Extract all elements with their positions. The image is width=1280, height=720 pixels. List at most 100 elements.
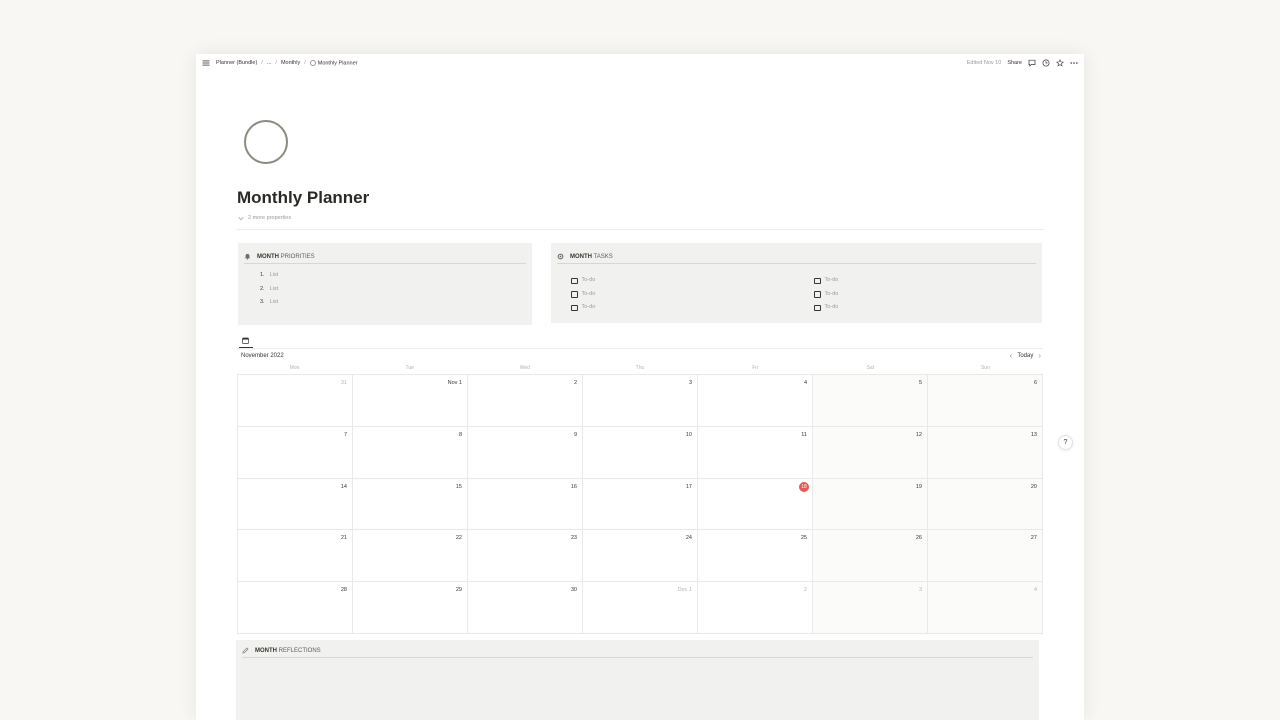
calendar-day-cell[interactable]: Dec 1 bbox=[583, 582, 698, 634]
weekday-label: Mon bbox=[289, 365, 300, 371]
weekday-label: Thu bbox=[635, 365, 645, 371]
breadcrumb-item-current[interactable]: Monthly Planner bbox=[309, 60, 358, 67]
list-item[interactable]: 1. List bbox=[260, 269, 278, 283]
calendar-day-cell[interactable]: 12 bbox=[813, 426, 928, 479]
calendar-day-cell[interactable]: 10 bbox=[583, 426, 698, 479]
calendar-day-cell[interactable]: 24 bbox=[583, 530, 698, 583]
breadcrumb-item-ellipsis[interactable]: ... bbox=[267, 60, 272, 66]
day-number: 4 bbox=[803, 380, 807, 386]
calendar-day-cell[interactable]: 2 bbox=[468, 375, 583, 427]
weekday-label: Sun bbox=[980, 365, 990, 371]
todo-text[interactable]: To-do bbox=[582, 274, 596, 288]
calendar-day-cell[interactable]: 3 bbox=[813, 582, 928, 634]
todo-checkbox[interactable] bbox=[571, 291, 578, 298]
todo-checkbox[interactable] bbox=[814, 304, 821, 311]
breadcrumb-separator: / bbox=[275, 60, 277, 67]
calendar-day-cell[interactable]: 19 bbox=[813, 478, 928, 531]
page-icon[interactable] bbox=[244, 120, 288, 164]
calendar-day-cell[interactable]: Nov 1 bbox=[353, 375, 468, 427]
calendar-day-cell[interactable]: 4 bbox=[698, 375, 813, 427]
page-title[interactable]: Monthly Planner bbox=[237, 188, 369, 208]
properties-toggle[interactable]: 2 more properties bbox=[238, 215, 291, 221]
calendar-day-cell[interactable]: 13 bbox=[928, 426, 1043, 479]
calendar-day-cell[interactable]: 25 bbox=[698, 530, 813, 583]
breadcrumb-item-monthly[interactable]: Monthly bbox=[281, 60, 300, 66]
calendar-day-cell[interactable]: 2 bbox=[698, 582, 813, 634]
todo-checkbox[interactable] bbox=[571, 304, 578, 311]
menu-icon[interactable] bbox=[202, 59, 210, 67]
day-number: 20 bbox=[1030, 483, 1037, 490]
day-number: 30 bbox=[570, 587, 577, 594]
calendar-day-cell[interactable]: 5 bbox=[813, 375, 928, 427]
day-number: 27 bbox=[1030, 535, 1037, 542]
calendar-day-cell[interactable]: 30 bbox=[468, 582, 583, 634]
top-actions: Edited Nov 10 Share bbox=[967, 59, 1078, 67]
day-number: 25 bbox=[800, 535, 807, 542]
todo-text[interactable]: To-do bbox=[825, 288, 839, 302]
todo-text[interactable]: To-do bbox=[825, 274, 839, 288]
calendar-day-cell[interactable]: 18 bbox=[698, 478, 813, 531]
breadcrumb-separator: / bbox=[304, 60, 306, 67]
calendar-day-cell[interactable]: 9 bbox=[468, 426, 583, 479]
callout-title-rest: REFLECTIONS bbox=[278, 647, 321, 654]
clock-icon[interactable] bbox=[1042, 59, 1050, 67]
day-number: 10 bbox=[685, 431, 692, 438]
weekday-label: Wed bbox=[519, 365, 530, 371]
todo-text[interactable]: To-do bbox=[582, 288, 596, 302]
breadcrumb: Planner (Bundle) / ... / Monthly / Month… bbox=[216, 60, 357, 66]
calendar-day-cell[interactable]: 22 bbox=[353, 530, 468, 583]
calendar-grid: 31 Nov 1 2 3 4 5 6 7 8 9 10 11 12 13 14 15 16 17 18 19 20 21 2… bbox=[237, 374, 1043, 634]
todo-checkbox[interactable] bbox=[814, 291, 821, 298]
today-button[interactable]: Today bbox=[1017, 353, 1033, 359]
calendar-day-cell[interactable]: 4 bbox=[928, 582, 1043, 634]
day-number: 31 bbox=[340, 380, 347, 386]
day-number: 19 bbox=[915, 483, 922, 490]
list-item[interactable]: 2. List bbox=[260, 283, 278, 297]
todo-column-left: To-do To-do To-do bbox=[571, 274, 595, 315]
calendar-day-cell[interactable]: 28 bbox=[238, 582, 353, 634]
calendar-day-cell[interactable]: 6 bbox=[928, 375, 1043, 427]
calendar-day-cell[interactable]: 15 bbox=[353, 478, 468, 531]
breadcrumb-current-label: Monthly Planner bbox=[317, 60, 358, 67]
calendar-day-cell[interactable]: 16 bbox=[468, 478, 583, 531]
target-icon bbox=[557, 253, 564, 260]
calendar-day-cell[interactable]: 11 bbox=[698, 426, 813, 479]
calendar-day-cell[interactable]: 17 bbox=[583, 478, 698, 531]
todo-text[interactable]: To-do bbox=[825, 301, 839, 315]
day-number: 15 bbox=[455, 483, 462, 490]
calendar-day-cell[interactable]: 23 bbox=[468, 530, 583, 583]
calendar-day-cell[interactable]: 26 bbox=[813, 530, 928, 583]
calendar-day-cell[interactable]: 21 bbox=[238, 530, 353, 583]
callout-header: MONTH PRIORITIES bbox=[244, 250, 526, 264]
month-reflections-callout: MONTH REFLECTIONS bbox=[236, 640, 1039, 720]
help-button[interactable]: ? bbox=[1058, 435, 1073, 450]
callout-title-bold: MONTH bbox=[255, 647, 277, 654]
todo-text[interactable]: To-do bbox=[582, 301, 596, 315]
share-button[interactable]: Share bbox=[1007, 60, 1022, 66]
comment-icon[interactable] bbox=[1028, 59, 1036, 67]
breadcrumb-item-planner[interactable]: Planner (Bundle) bbox=[216, 60, 257, 66]
list-text: List bbox=[269, 285, 279, 292]
page-circle-icon bbox=[309, 60, 316, 66]
calendar-day-cell[interactable]: 7 bbox=[238, 426, 353, 479]
list-item[interactable]: 3. List bbox=[260, 296, 278, 310]
calendar-day-cell[interactable]: 27 bbox=[928, 530, 1043, 583]
calendar-day-cell[interactable]: 31 bbox=[238, 375, 353, 427]
calendar-day-cell[interactable]: 3 bbox=[583, 375, 698, 427]
more-icon[interactable] bbox=[1070, 59, 1078, 67]
month-priorities-callout: MONTH PRIORITIES 1. List 2. List 3. List bbox=[238, 243, 532, 325]
calendar-day-cell[interactable]: 8 bbox=[353, 426, 468, 479]
star-icon[interactable] bbox=[1056, 59, 1064, 67]
calendar-day-cell[interactable]: 20 bbox=[928, 478, 1043, 531]
todo-checkbox[interactable] bbox=[814, 277, 821, 284]
calendar-day-cell[interactable]: 14 bbox=[238, 478, 353, 531]
todo-checkbox[interactable] bbox=[571, 277, 578, 284]
tab-calendar-view[interactable] bbox=[239, 335, 253, 348]
next-month-icon[interactable]: › bbox=[1038, 352, 1041, 360]
day-number: Dec 1 bbox=[677, 587, 692, 594]
month-tasks-callout: MONTH TASKS To-do To-do To-do To-do To-d… bbox=[551, 243, 1042, 323]
prev-month-icon[interactable]: ‹ bbox=[1010, 352, 1013, 360]
calendar-day-cell[interactable]: 29 bbox=[353, 582, 468, 634]
calendar-navigation: ‹ Today › bbox=[1010, 352, 1041, 360]
calendar-icon bbox=[242, 337, 249, 344]
